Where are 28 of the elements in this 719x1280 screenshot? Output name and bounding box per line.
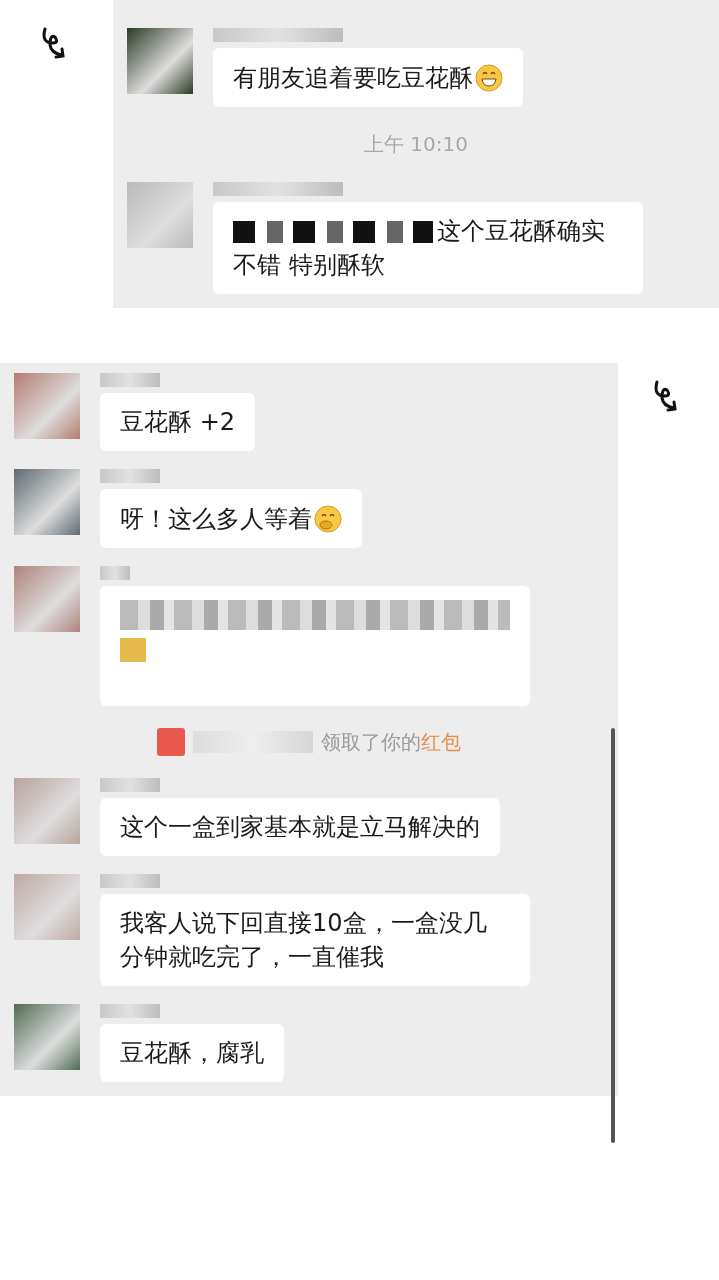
message-bubble: 豆花酥，腐乳 (100, 1024, 284, 1082)
avatar-placeholder (127, 182, 193, 248)
avatar-placeholder (14, 1004, 80, 1070)
transfer-notice: 领取了你的红包 (321, 728, 461, 756)
blurred-name (100, 1004, 160, 1018)
message-bubble: 我客人说下回直接10盒，一盒没几分钟就吃完了，一直催我 (100, 894, 530, 986)
avatar-placeholder (14, 469, 80, 535)
grinning-emoji-icon (475, 64, 503, 92)
avatar-placeholder (14, 778, 80, 844)
avatar-placeholder (14, 373, 80, 439)
message-bubble: 这个一盒到家基本就是立马解决的 (100, 798, 500, 856)
avatar-placeholder (14, 566, 80, 632)
message-bubble: 呀！这么多人等着 (100, 489, 362, 548)
message-bubble: 有朋友追着要吃豆花酥 (213, 48, 523, 107)
giggling-emoji-icon (314, 505, 342, 533)
blurred-name (100, 778, 160, 792)
blurred-name (100, 469, 160, 483)
avatar-placeholder (14, 874, 80, 940)
message-bubble: 豆花酥 +2 (100, 393, 255, 451)
envelope-icon (157, 728, 185, 756)
blurred-name (100, 566, 130, 580)
scrollbar[interactable] (611, 728, 615, 1143)
timestamp: 上午 10:10 (364, 131, 468, 158)
blurred-name (100, 373, 160, 387)
message-bubble: 这个豆花酥确实不错 特别酥软 (213, 202, 643, 294)
blurred-name (100, 874, 160, 888)
avatar-placeholder (127, 28, 193, 94)
envelope-link[interactable]: 红包 (421, 729, 461, 754)
